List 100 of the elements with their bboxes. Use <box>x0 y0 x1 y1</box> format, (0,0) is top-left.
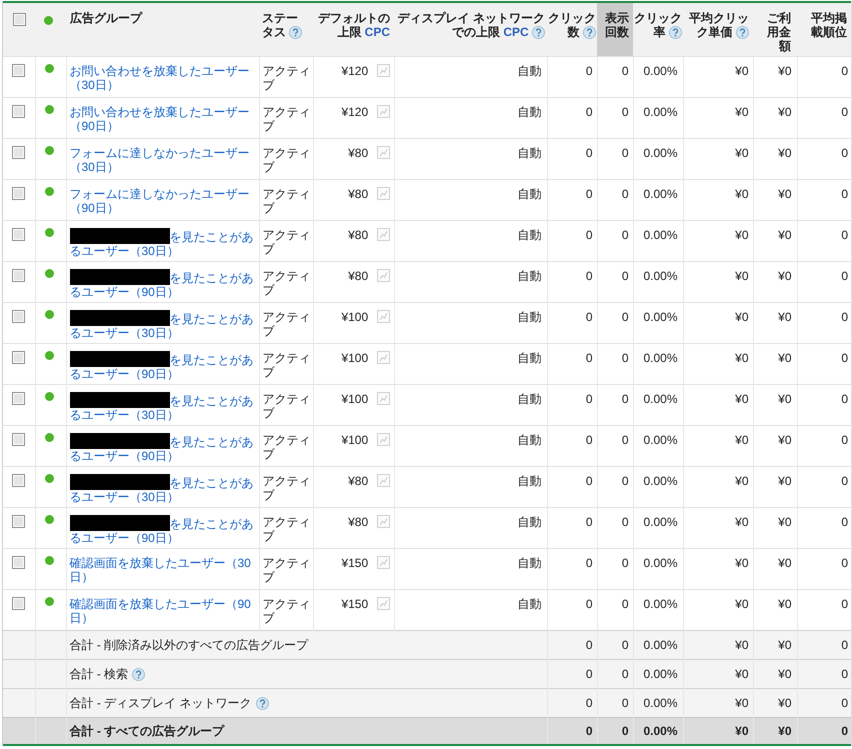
metric-cell: 0 <box>797 384 851 425</box>
metric-cell: ¥0 <box>753 717 797 745</box>
help-icon[interactable] <box>736 26 749 39</box>
line-chart-icon[interactable] <box>376 104 390 118</box>
metric-cell: ¥0 <box>683 138 753 179</box>
column-header[interactable]: 表示回数 <box>597 2 633 56</box>
help-icon[interactable] <box>289 26 302 39</box>
column-header[interactable]: クリック率 <box>633 2 683 56</box>
column-header[interactable]: 平均掲載順位 <box>797 2 851 56</box>
row-checkbox[interactable] <box>12 146 26 158</box>
row-checkbox[interactable] <box>12 596 26 610</box>
metric-cell: 0 <box>797 138 851 179</box>
line-chart-icon[interactable] <box>376 556 390 568</box>
ad-group-link[interactable]: お問い合わせを放棄したユーザー（30日） <box>70 64 256 92</box>
line-chart-icon[interactable] <box>376 350 390 364</box>
metric-cell: 0 <box>547 589 597 630</box>
row-checkbox[interactable] <box>12 350 26 364</box>
row-checkbox[interactable] <box>12 186 26 200</box>
total-label: 合計 - すべての広告グループ <box>70 724 224 738</box>
help-icon[interactable] <box>256 696 268 710</box>
metric-cell: 0.00% <box>633 384 683 425</box>
column-header[interactable]: ご利用金額 <box>753 2 797 56</box>
row-checkbox[interactable] <box>12 556 26 568</box>
metric-cell: 0 <box>547 97 597 138</box>
metric-cell: 0 <box>547 302 597 343</box>
status-dot-icon <box>44 556 54 564</box>
metric-cell: 0.00% <box>633 302 683 343</box>
row-checkbox[interactable] <box>12 432 26 446</box>
max-cpc-value: ¥80 <box>348 228 368 242</box>
metric-cell: ¥0 <box>683 220 753 261</box>
ad-group-link[interactable]: フォームに達しなかったユーザー（90日） <box>70 186 256 214</box>
status-cell: アクティブ <box>259 589 313 630</box>
line-chart-icon[interactable] <box>376 596 390 610</box>
help-icon[interactable] <box>583 26 596 39</box>
metric-cell: ¥0 <box>753 220 797 261</box>
help-icon[interactable] <box>132 668 146 680</box>
display-cpc-cell: 自動 <box>394 220 547 261</box>
metric-cell: 0 <box>547 179 597 220</box>
metric-cell: 0 <box>597 56 633 97</box>
ad-group-link[interactable]: 確認画面を放棄したユーザー（90日） <box>70 596 256 624</box>
line-chart-icon[interactable] <box>376 268 390 282</box>
metric-cell: ¥0 <box>683 302 753 343</box>
metric-cell: ¥0 <box>753 589 797 630</box>
row-checkbox[interactable] <box>12 64 26 76</box>
row-checkbox[interactable] <box>12 310 26 322</box>
metric-cell: 0 <box>797 56 851 97</box>
column-header[interactable]: ステータス <box>259 2 313 56</box>
line-chart-icon[interactable] <box>376 186 390 200</box>
column-header[interactable]: 広告グループ <box>66 2 259 56</box>
max-cpc-value: ¥80 <box>348 186 368 200</box>
line-chart-icon[interactable] <box>376 228 390 240</box>
ad-group-link[interactable]: を見たことがあるユーザー（30日） <box>70 228 256 258</box>
row-checkbox[interactable] <box>12 514 26 528</box>
row-checkbox[interactable] <box>12 474 26 486</box>
metric-cell: 0.00% <box>633 425 683 466</box>
max-cpc-value: ¥150 <box>341 596 368 610</box>
column-header[interactable]: ディスプレイ ネットワークでの上限 CPC <box>394 2 547 56</box>
ad-group-link[interactable]: を見たことがあるユーザー（90日） <box>70 268 256 298</box>
line-chart-icon[interactable] <box>376 392 390 404</box>
status-dot-icon <box>44 64 54 72</box>
metric-cell: 0 <box>547 425 597 466</box>
metric-cell: ¥0 <box>683 688 753 717</box>
help-icon[interactable] <box>532 26 545 39</box>
line-chart-icon[interactable] <box>376 146 390 158</box>
max-cpc-value: ¥120 <box>341 64 368 78</box>
help-icon[interactable] <box>669 26 682 39</box>
column-header[interactable]: 平均クリック単価 <box>683 2 753 56</box>
row-checkbox[interactable] <box>12 104 26 118</box>
ad-group-link[interactable]: を見たことがあるユーザー（90日） <box>70 432 256 462</box>
display-cpc-cell: 自動 <box>394 548 547 589</box>
ad-group-link[interactable]: を見たことがあるユーザー（30日） <box>70 310 256 340</box>
metric-cell: ¥0 <box>683 548 753 589</box>
ad-group-link[interactable]: を見たことがあるユーザー（30日） <box>70 392 256 422</box>
select-all-checkbox[interactable] <box>12 13 26 26</box>
line-chart-icon[interactable] <box>376 432 390 446</box>
ad-group-link[interactable]: フォームに達しなかったユーザー（30日） <box>70 146 256 174</box>
ad-group-link[interactable]: を見たことがあるユーザー（30日） <box>70 474 256 504</box>
metric-cell: 0 <box>547 507 597 548</box>
line-chart-icon[interactable] <box>376 514 390 528</box>
metric-cell: 0 <box>797 466 851 507</box>
row-checkbox[interactable] <box>12 268 26 282</box>
line-chart-icon[interactable] <box>376 474 390 486</box>
ad-group-link[interactable]: を見たことがあるユーザー（90日） <box>70 514 256 544</box>
metric-cell: 0 <box>797 220 851 261</box>
status-dot-icon <box>44 146 54 154</box>
line-chart-icon[interactable] <box>376 64 390 76</box>
metric-cell: ¥0 <box>753 302 797 343</box>
status-cell: アクティブ <box>259 97 313 138</box>
line-chart-icon[interactable] <box>376 310 390 322</box>
ad-group-link[interactable]: お問い合わせを放棄したユーザー（90日） <box>70 104 256 132</box>
metric-cell: 0.00% <box>633 343 683 384</box>
ad-group-link[interactable]: 確認画面を放棄したユーザー（30日） <box>70 556 256 584</box>
row-checkbox[interactable] <box>12 228 26 240</box>
column-header[interactable]: クリック数 <box>547 2 597 56</box>
row-checkbox[interactable] <box>12 392 26 404</box>
metric-cell: 0 <box>547 630 597 659</box>
max-cpc-value: ¥120 <box>341 104 368 118</box>
status-dot-icon[interactable] <box>44 16 53 25</box>
ad-group-link[interactable]: を見たことがあるユーザー（90日） <box>70 350 256 380</box>
column-header[interactable]: デフォルトの上限 CPC <box>313 2 394 56</box>
